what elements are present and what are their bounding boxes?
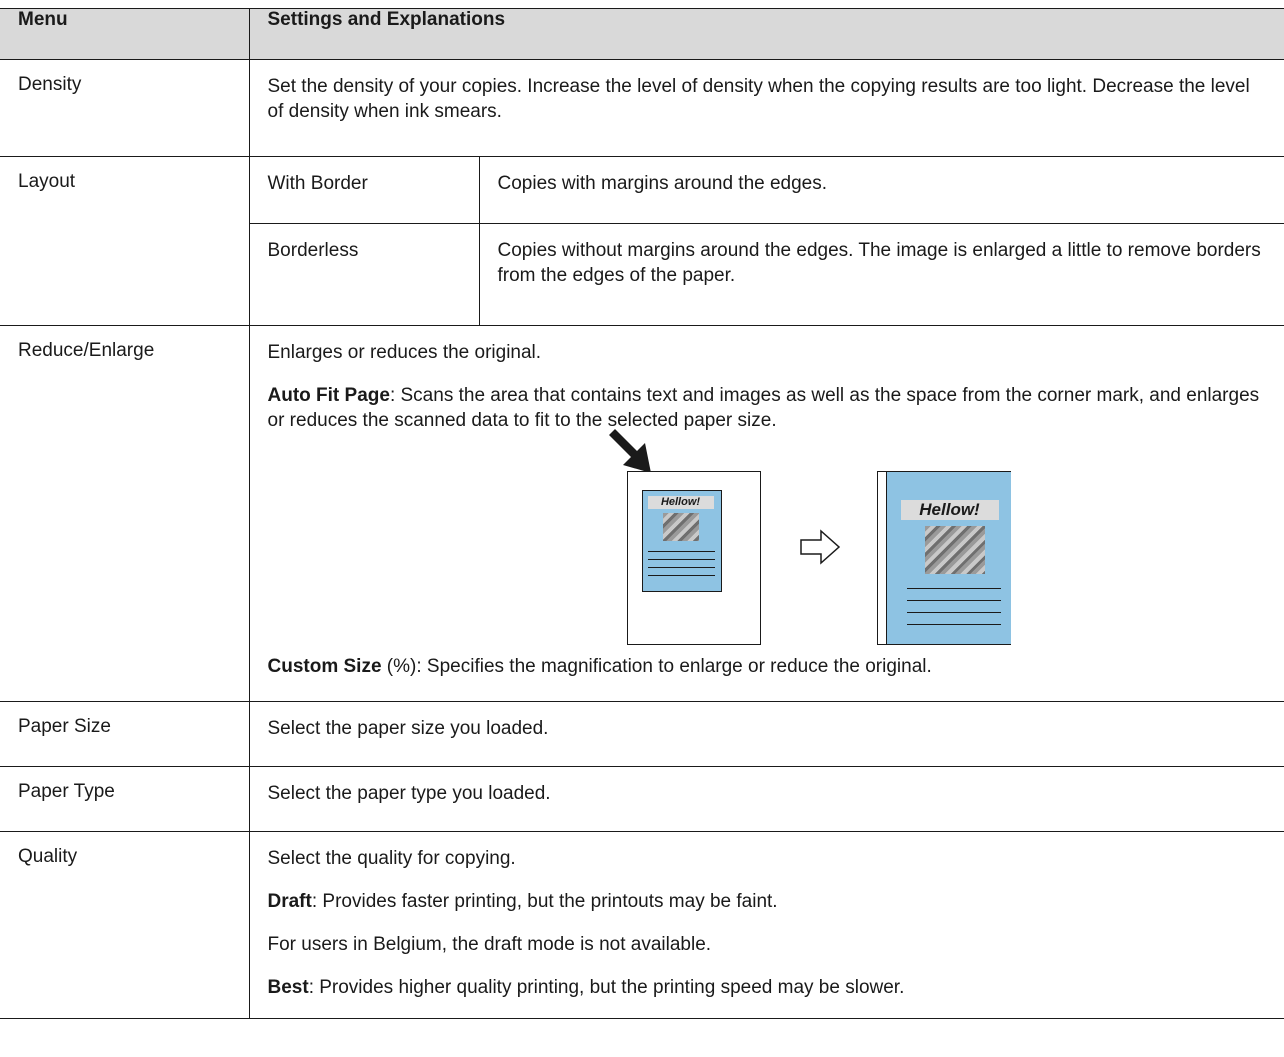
auto-fit-paragraph: Auto Fit Page: Scans the area that conta…: [268, 383, 1267, 433]
menu-density: Density: [0, 59, 250, 157]
enlarged-photo: [924, 526, 985, 575]
draft-label: Draft: [267, 891, 312, 913]
enlarged-text-line: [906, 624, 1001, 626]
settings-table: Menu Settings and Explanations Density S…: [0, 8, 1284, 1020]
original-photo: [662, 513, 699, 542]
layout-option-with-border: With Border: [248, 156, 480, 224]
reduce-intro: Enlarges or reduces the original.: [267, 342, 542, 363]
table-row-layout-with-border: Layout With Border Copies with margins a…: [0, 156, 1284, 326]
best-label: Best: [267, 977, 309, 999]
original-text-line: [647, 551, 715, 553]
menu-paper-type: Paper Type: [0, 766, 250, 832]
layout-desc-with-border: Copies with margins around the edges.: [478, 156, 1284, 224]
auto-fit-text: : Scans the area that contains text and …: [267, 385, 1260, 432]
quality-cell: Select the quality for copying. Draft: P…: [248, 830, 1284, 1020]
table-row-quality: Quality Select the quality for copying. …: [0, 830, 1284, 1020]
reduce-enlarge-cell: Enlarges or reduces the original. Auto F…: [248, 325, 1284, 702]
custom-size-text: (%): Specifies the magnification to enla…: [381, 656, 932, 678]
table-row-reduce-enlarge: Reduce/Enlarge Enlarges or reduces the o…: [0, 325, 1284, 702]
belgium-note: For users in Belgium, the draft mode is …: [267, 934, 712, 956]
auto-fit-illustration: Hellow! Hellow!: [577, 429, 1037, 646]
quality-intro: Select the quality for copying.: [267, 848, 516, 869]
original-hellow-label: Hellow!: [647, 496, 714, 510]
header-settings: Settings and Explanations: [248, 8, 1284, 60]
original-document: Hellow!: [641, 490, 722, 593]
corner-mark-arrow-icon: [608, 429, 651, 474]
enlarged-hellow-label: Hellow!: [900, 500, 999, 521]
original-text-line: [647, 567, 715, 569]
auto-fit-label: Auto Fit Page: [267, 385, 390, 407]
layout-option-borderless: Borderless: [249, 223, 480, 326]
density-description: Set the density of your copies. Increase…: [248, 59, 1284, 157]
table-row-paper-size: Paper Size Select the paper size you loa…: [0, 701, 1284, 767]
enlarged-text-line: [906, 588, 1001, 590]
layout-desc-borderless: Copies without margins around the edges.…: [478, 223, 1284, 326]
menu-layout: Layout: [0, 156, 250, 326]
menu-reduce-enlarge: Reduce/Enlarge: [0, 325, 250, 702]
best-text: : Provides higher quality printing, but …: [308, 977, 905, 999]
draft-text: : Provides faster printing, but the prin…: [311, 891, 778, 913]
header-menu: Menu: [0, 8, 250, 60]
original-text-line: [647, 575, 715, 577]
table-header-row: Menu Settings and Explanations: [0, 8, 1284, 60]
enlarged-page: Hellow!: [876, 471, 1011, 646]
table-row-paper-type: Paper Type Select the paper type you loa…: [0, 766, 1284, 832]
draft-paragraph: Draft: Provides faster printing, but the…: [268, 889, 1267, 914]
paper-size-description: Select the paper size you loaded.: [248, 701, 1284, 767]
enlarged-text-line: [906, 612, 1001, 614]
best-paragraph: Best: Provides higher quality printing, …: [268, 975, 1267, 1000]
table-row-density: Density Set the density of your copies. …: [0, 59, 1284, 157]
paper-type-description: Select the paper type you loaded.: [248, 766, 1284, 832]
menu-quality: Quality: [0, 830, 250, 1020]
menu-paper-size: Paper Size: [0, 701, 250, 767]
custom-size-label: Custom Size: [267, 656, 382, 678]
hollow-right-arrow-icon: [799, 529, 840, 565]
enlarged-document: Hellow!: [885, 472, 1011, 645]
custom-size-paragraph: Custom Size (%): Specifies the magnifica…: [268, 654, 1267, 679]
original-page: Hellow!: [626, 471, 761, 646]
enlarged-text-line: [906, 600, 1001, 602]
original-text-line: [647, 559, 715, 561]
